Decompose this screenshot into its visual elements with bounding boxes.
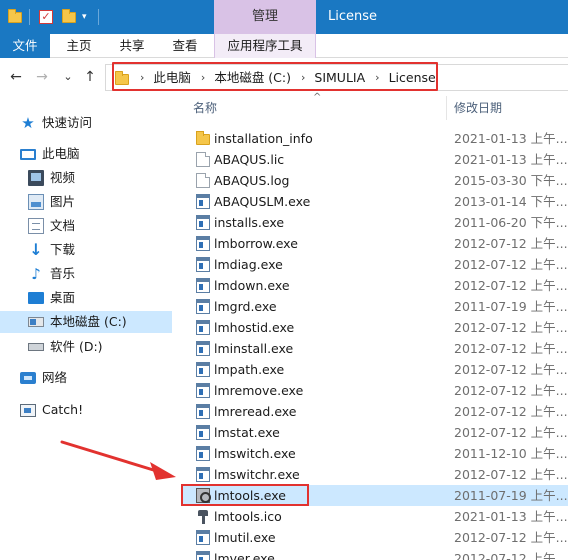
annotation-arrow-icon [60, 440, 176, 480]
